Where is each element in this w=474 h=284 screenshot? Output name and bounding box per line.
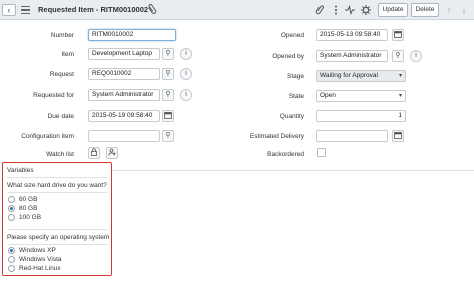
watch-list-label: Watch list [46, 151, 74, 158]
search-icon: ⚲ [395, 52, 401, 59]
add-user-icon [108, 148, 116, 156]
requested-for-field[interactable]: System Administrator [88, 89, 160, 101]
radio-red-hat-linux[interactable] [8, 265, 15, 272]
lock-icon [91, 148, 97, 156]
info-icon: i [185, 70, 187, 77]
radio-100gb[interactable] [8, 214, 15, 221]
quantity-field[interactable]: 1 [316, 110, 406, 122]
due-date-field[interactable]: 2015-05-19 09:58:40 [88, 110, 160, 122]
chevron-down-icon: ▾ [398, 93, 402, 99]
state-label: State [288, 93, 304, 100]
stage-select[interactable]: Waiting for Approval ▾ [316, 70, 406, 82]
variables-divider [7, 177, 107, 178]
page-title: Requested Item - RITM0010002 [38, 5, 149, 14]
attachment-icon[interactable] [146, 3, 158, 16]
section-divider [112, 170, 474, 171]
arrow-up-icon[interactable]: ↑ [443, 4, 455, 16]
opened-by-field[interactable]: System Administrator [316, 50, 388, 62]
activity-icon[interactable] [344, 4, 356, 16]
chevron-down-icon: ▾ [398, 73, 402, 79]
opened-by-info-button[interactable]: i [410, 50, 422, 62]
radio-windows-xp-label: Windows XP [19, 247, 56, 254]
radio-windows-xp[interactable] [8, 247, 15, 254]
request-label: Request [49, 71, 74, 78]
search-icon: ⚲ [165, 50, 171, 57]
opened-by-lookup-button[interactable]: ⚲ [392, 50, 404, 62]
calendar-icon [394, 31, 402, 38]
search-icon: ⚲ [165, 70, 171, 77]
context-menu-button[interactable] [20, 4, 32, 16]
radio-windows-vista[interactable] [8, 256, 15, 263]
info-icon: i [185, 91, 187, 98]
estimated-delivery-calendar-button[interactable] [392, 130, 404, 142]
requested-for-info-button[interactable]: i [180, 89, 192, 101]
hard-drive-divider [7, 192, 107, 193]
request-lookup-button[interactable]: ⚲ [162, 68, 174, 80]
info-icon: i [415, 52, 417, 59]
quantity-label: Quantity [279, 113, 304, 120]
radio-80gb-label: 80 GB [19, 205, 38, 212]
radio-windows-vista-label: Windows Vista [19, 256, 62, 263]
chevron-left-icon: ‹ [7, 5, 11, 15]
backordered-checkbox[interactable] [317, 148, 326, 157]
back-button[interactable]: ‹ [2, 4, 16, 16]
request-info-button[interactable]: i [180, 68, 192, 80]
delete-button[interactable]: Delete [411, 3, 439, 17]
state-select[interactable]: Open ▾ [316, 90, 406, 102]
configuration-item-lookup-button[interactable]: ⚲ [162, 130, 174, 142]
variables-title: Variables [7, 167, 34, 174]
more-options-icon[interactable] [330, 4, 342, 16]
search-icon: ⚲ [165, 91, 171, 98]
item-lookup-button[interactable]: ⚲ [162, 48, 174, 60]
configuration-item-label: Configuration item [21, 133, 74, 140]
info-icon: i [185, 50, 187, 57]
watch-list-lock-button[interactable] [88, 147, 100, 159]
calendar-icon [164, 112, 172, 119]
item-field[interactable]: Development Laptop [88, 48, 160, 60]
backordered-label: Backordered [267, 151, 304, 158]
calendar-icon [394, 132, 402, 139]
hard-drive-question: What size hard drive do you want? [7, 182, 107, 189]
item-label: Item [61, 51, 74, 58]
update-button[interactable]: Update [378, 3, 408, 17]
watch-list-add-me-button[interactable] [106, 147, 118, 159]
requested-for-lookup-button[interactable]: ⚲ [162, 89, 174, 101]
opened-field[interactable]: 2015-05-13 09:58:40 [316, 29, 388, 41]
state-value: Open [320, 92, 336, 99]
request-field[interactable]: REQ0010002 [88, 68, 160, 80]
search-icon: ⚲ [165, 132, 171, 139]
radio-red-hat-linux-label: Red-Hat Linux [19, 265, 61, 272]
opened-by-label: Opened by [272, 53, 304, 60]
stage-label: Stage [287, 73, 304, 80]
requested-for-label: Requested for [33, 92, 74, 99]
arrow-down-icon[interactable]: ↓ [458, 4, 470, 16]
item-info-button[interactable]: i [180, 48, 192, 60]
radio-60gb[interactable] [8, 196, 15, 203]
configuration-item-field[interactable] [88, 130, 160, 142]
os-top-divider [7, 229, 107, 230]
hamburger-icon [21, 6, 30, 8]
due-date-label: Due date [47, 113, 74, 120]
stage-value: Waiting for Approval [320, 72, 378, 79]
estimated-delivery-field[interactable] [316, 130, 388, 142]
opened-calendar-button[interactable] [392, 29, 404, 41]
radio-100gb-label: 100 GB [19, 214, 42, 221]
opened-label: Opened [280, 32, 304, 39]
settings-icon[interactable] [360, 4, 372, 16]
os-divider [7, 244, 107, 245]
os-question: Please specify an operating system [7, 234, 110, 241]
number-field[interactable]: RITM0010002 [88, 29, 176, 41]
radio-80gb[interactable] [8, 205, 15, 212]
due-date-calendar-button[interactable] [162, 110, 174, 122]
paperclip-icon[interactable] [314, 4, 326, 16]
estimated-delivery-label: Estimated Delivery [249, 133, 304, 140]
radio-60gb-label: 60 GB [19, 196, 38, 203]
form-header: ‹ Requested Item - RITM0010002 Update De… [0, 0, 474, 20]
number-label: Number [50, 32, 74, 39]
variables-section: Variables What size hard drive do you wa… [2, 162, 112, 276]
